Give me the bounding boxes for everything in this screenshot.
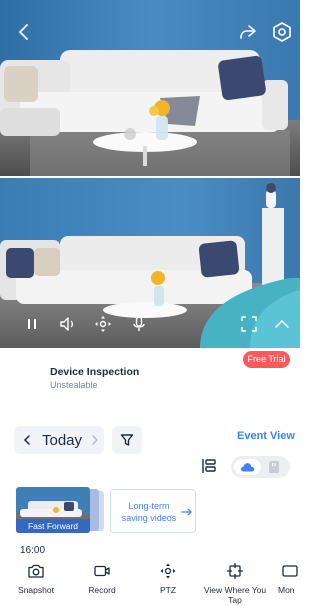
chevron-up-icon[interactable] (272, 314, 292, 334)
speaker-icon[interactable] (58, 314, 78, 334)
crosshair-icon (227, 563, 243, 579)
monitor-label: Mon (278, 585, 295, 595)
monitor-icon (282, 565, 298, 577)
back-icon[interactable] (12, 20, 36, 44)
long-term-saving-label: Long-term saving videos (121, 501, 177, 523)
event-view-link[interactable]: Event View (237, 430, 295, 442)
free-trial-badge[interactable]: Free Trial (243, 351, 290, 368)
snapshot-button[interactable]: Snapshot (8, 556, 64, 606)
record-button[interactable]: Record (74, 556, 130, 606)
view-where-you-tap-label: View Where You Tap (203, 585, 267, 605)
ptz-icon (160, 563, 176, 579)
fullscreen-icon[interactable] (239, 314, 259, 334)
view-where-you-tap-button[interactable]: View Where You Tap (202, 556, 268, 606)
monitor-button[interactable]: Mon (278, 556, 318, 606)
share-icon[interactable] (236, 20, 260, 44)
bottom-toolbar: Snapshot Record PTZ View Where You Tap M… (0, 556, 300, 606)
settings-hexagon-icon[interactable] (270, 20, 294, 44)
camera-feed-primary[interactable] (0, 0, 300, 176)
chevron-left-icon[interactable] (20, 433, 34, 447)
device-status: Unstealable (50, 380, 98, 390)
camera-icon (28, 564, 44, 578)
snapshot-label: Snapshot (18, 585, 54, 595)
date-selector: Today (14, 426, 104, 454)
record-label: Record (88, 585, 116, 595)
filter-icon (120, 434, 134, 446)
video-record-icon (94, 565, 110, 577)
chevron-right-icon[interactable] (88, 433, 102, 447)
storage-source-switch[interactable] (231, 456, 290, 478)
cloud-storage-option[interactable] (234, 459, 261, 475)
player-controls (0, 308, 300, 340)
clip-label: Fast Forward (16, 519, 90, 533)
long-term-saving-card[interactable]: Long-term saving videos (110, 489, 196, 533)
ptz-control-icon[interactable] (93, 314, 113, 334)
ptz-button[interactable]: PTZ (140, 556, 196, 606)
filter-button[interactable] (112, 426, 142, 454)
microphone-icon[interactable] (129, 314, 149, 334)
ptz-label: PTZ (159, 585, 177, 595)
timeline-toggle-icon[interactable] (200, 457, 218, 475)
sd-card-icon[interactable] (268, 460, 280, 474)
cloud-icon (240, 463, 255, 472)
device-name: Device Inspection (50, 366, 140, 378)
arrow-right-icon (181, 505, 193, 517)
timeline-time-label: 16:00 (20, 545, 46, 556)
pause-icon[interactable] (22, 314, 42, 334)
date-label[interactable]: Today (42, 432, 82, 449)
fast-forward-clip[interactable]: Fast Forward (16, 487, 90, 533)
